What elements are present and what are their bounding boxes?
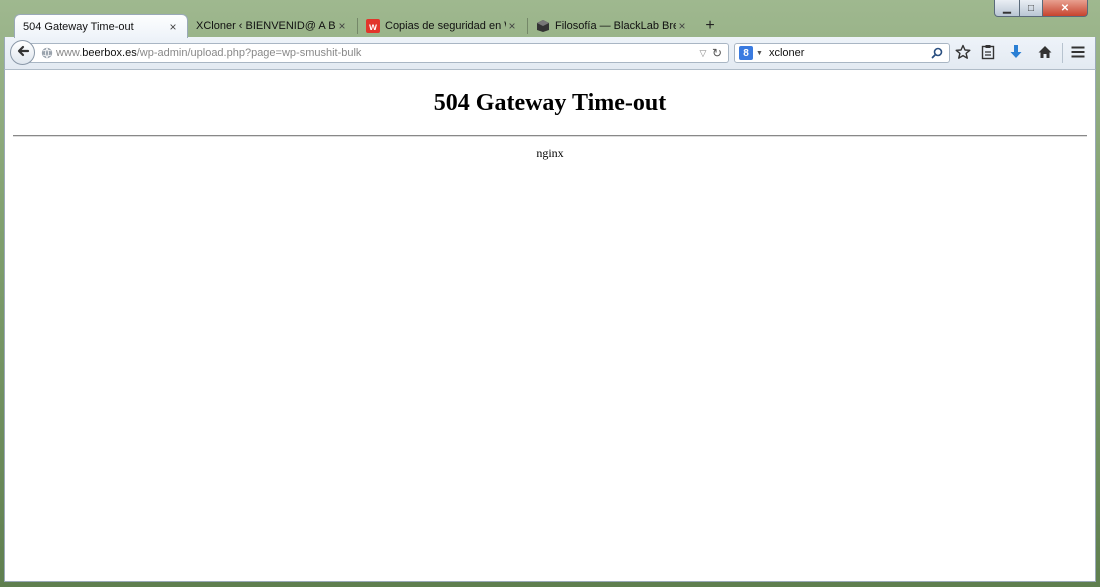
- tab-label: Filosofía — BlackLab Brew...: [555, 20, 676, 32]
- back-button[interactable]: [10, 40, 35, 65]
- tab-label: Copias de seguridad en W...: [385, 20, 506, 32]
- tab-label: 504 Gateway Time-out: [23, 20, 134, 33]
- tab-504-gateway[interactable]: 504 Gateway Time-out ×: [14, 14, 188, 38]
- horizontal-rule: [13, 135, 1087, 137]
- page-title: 504 Gateway Time-out: [433, 90, 667, 116]
- tab-label: XCloner ‹ BIENVENID@ A BEER...: [196, 20, 336, 32]
- tab-copias-seguridad[interactable]: w Copias de seguridad en W... ×: [358, 14, 526, 38]
- reload-icon[interactable]: ↻: [709, 46, 725, 60]
- home-icon: [1037, 44, 1053, 63]
- search-engine-icon[interactable]: 8: [739, 46, 753, 60]
- url-bar[interactable]: www.beerbox.es/wp-admin/upload.php?page=…: [29, 43, 729, 63]
- tab-filosofia[interactable]: Filosofía — BlackLab Brew... ×: [528, 14, 696, 38]
- navigation-toolbar: www.beerbox.es/wp-admin/upload.php?page=…: [4, 37, 1096, 69]
- tab-close-icon[interactable]: ×: [336, 19, 348, 33]
- url-prefix: www.: [56, 47, 83, 59]
- bookmarks-menu-button[interactable]: [978, 44, 998, 62]
- toolbar-separator: [1062, 43, 1063, 63]
- tab-close-icon[interactable]: ×: [676, 19, 688, 33]
- search-input[interactable]: [766, 47, 929, 59]
- menu-button[interactable]: [1068, 44, 1088, 62]
- downloads-button[interactable]: [1006, 44, 1026, 62]
- svg-text:w: w: [368, 22, 377, 33]
- plus-icon: +: [705, 17, 715, 34]
- box-favicon-icon: [536, 19, 550, 33]
- history-dropdown-icon[interactable]: ▽: [697, 48, 709, 59]
- star-icon: [955, 44, 971, 63]
- tab-close-icon[interactable]: ×: [167, 20, 179, 34]
- tab-strip: 504 Gateway Time-out × XCloner ‹ BIENVEN…: [0, 12, 1100, 38]
- clipboard-icon: [981, 44, 995, 63]
- arrow-left-icon: [16, 44, 30, 61]
- tab-close-icon[interactable]: ×: [506, 19, 518, 33]
- server-name: nginx: [536, 146, 564, 160]
- new-tab-button[interactable]: +: [700, 16, 720, 36]
- url-path: /wp-admin/upload.php?page=wp-smushit-bul…: [136, 47, 362, 59]
- globe-icon: [41, 47, 53, 59]
- site-w-favicon-icon: w: [366, 19, 380, 33]
- magnifier-icon[interactable]: [929, 47, 945, 59]
- page-content: 504 Gateway Time-out nginx: [4, 69, 1096, 582]
- search-bar[interactable]: 8 ▼: [734, 43, 950, 63]
- download-arrow-icon: [1009, 44, 1023, 63]
- tab-xcloner[interactable]: XCloner ‹ BIENVENID@ A BEER... ×: [188, 14, 356, 38]
- browser-window: ▁ □ ✕ 504 Gateway Time-out × XCloner ‹ B…: [0, 0, 1100, 587]
- url-host: beerbox.es: [82, 47, 137, 59]
- hamburger-menu-icon: [1070, 45, 1086, 62]
- bookmark-button[interactable]: [953, 44, 973, 62]
- url-text[interactable]: www.beerbox.es/wp-admin/upload.php?page=…: [56, 47, 697, 59]
- engine-dropdown-icon[interactable]: ▼: [756, 50, 763, 57]
- home-button[interactable]: [1035, 44, 1055, 62]
